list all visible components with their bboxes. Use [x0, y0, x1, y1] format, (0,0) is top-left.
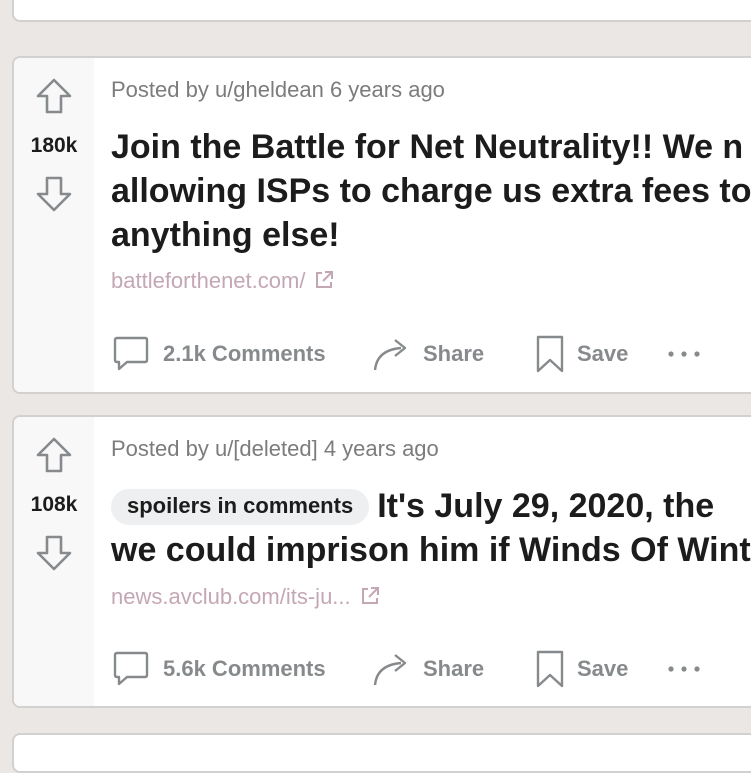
- post-link-text[interactable]: battleforthenet.com/: [111, 268, 305, 293]
- more-options-button[interactable]: [667, 649, 701, 689]
- vote-score: 108k: [30, 493, 78, 516]
- comment-bubble-icon: [113, 651, 149, 686]
- bookmark-icon: [536, 650, 564, 688]
- previous-post-card: [12, 0, 751, 22]
- share-button[interactable]: Share: [371, 334, 484, 374]
- vote-column: 180k: [14, 58, 94, 392]
- post-meta[interactable]: Posted by u/[deleted] 4 years ago: [111, 436, 439, 462]
- post-link[interactable]: battleforthenet.com/: [111, 268, 335, 294]
- share-arrow-icon: [373, 339, 407, 371]
- post-link-text[interactable]: news.avclub.com/its-ju...: [111, 584, 351, 609]
- post-link[interactable]: news.avclub.com/its-ju...: [111, 584, 381, 610]
- post-title-line[interactable]: Join the Battle for Net Neutrality!! We …: [111, 128, 743, 166]
- share-label: Share: [423, 656, 485, 681]
- post-title[interactable]: spoilers in comments It's July 29, 2020, …: [111, 484, 751, 572]
- post-flair[interactable]: spoilers in comments: [111, 489, 370, 525]
- external-link-icon: [361, 587, 379, 604]
- post-title-line[interactable]: It's July 29, 2020, the: [377, 487, 714, 525]
- vote-score: 180k: [30, 134, 78, 157]
- comment-bubble-icon: [113, 336, 149, 371]
- comments-label: 2.1k Comments: [163, 341, 326, 366]
- comments-button[interactable]: 2.1k Comments: [111, 334, 326, 374]
- post-title-line[interactable]: allowing ISPs to charge us extra fees to: [111, 172, 751, 210]
- post-title-line[interactable]: anything else!: [111, 216, 340, 254]
- post-title[interactable]: Join the Battle for Net Neutrality!! We …: [111, 125, 751, 257]
- save-label: Save: [577, 656, 629, 681]
- comments-label: 5.6k Comments: [163, 656, 326, 681]
- share-button[interactable]: Share: [371, 649, 484, 689]
- more-dots-icon: [668, 666, 700, 672]
- downvote-arrow-icon[interactable]: [34, 533, 74, 573]
- post-card[interactable]: 180k Posted by u/gheldean 6 years ago Jo…: [12, 56, 751, 394]
- save-button[interactable]: Save: [535, 649, 628, 689]
- post-meta[interactable]: Posted by u/gheldean 6 years ago: [111, 77, 445, 103]
- upvote-arrow-icon[interactable]: [34, 435, 74, 475]
- save-label: Save: [577, 341, 629, 366]
- next-post-card: [12, 733, 751, 773]
- downvote-arrow-icon[interactable]: [34, 174, 74, 214]
- vote-column: 108k: [14, 417, 94, 706]
- external-link-icon: [316, 271, 334, 288]
- post-title-line[interactable]: we could imprison him if Winds Of Wint: [111, 531, 751, 569]
- share-arrow-icon: [373, 654, 407, 686]
- comments-button[interactable]: 5.6k Comments: [111, 649, 326, 689]
- more-dots-icon: [668, 351, 700, 357]
- share-label: Share: [423, 341, 485, 366]
- post-card[interactable]: 108k Posted by u/[deleted] 4 years ago s…: [12, 415, 751, 708]
- more-options-button[interactable]: [667, 334, 701, 374]
- save-button[interactable]: Save: [535, 334, 628, 374]
- bookmark-icon: [536, 335, 564, 373]
- upvote-arrow-icon[interactable]: [34, 76, 74, 116]
